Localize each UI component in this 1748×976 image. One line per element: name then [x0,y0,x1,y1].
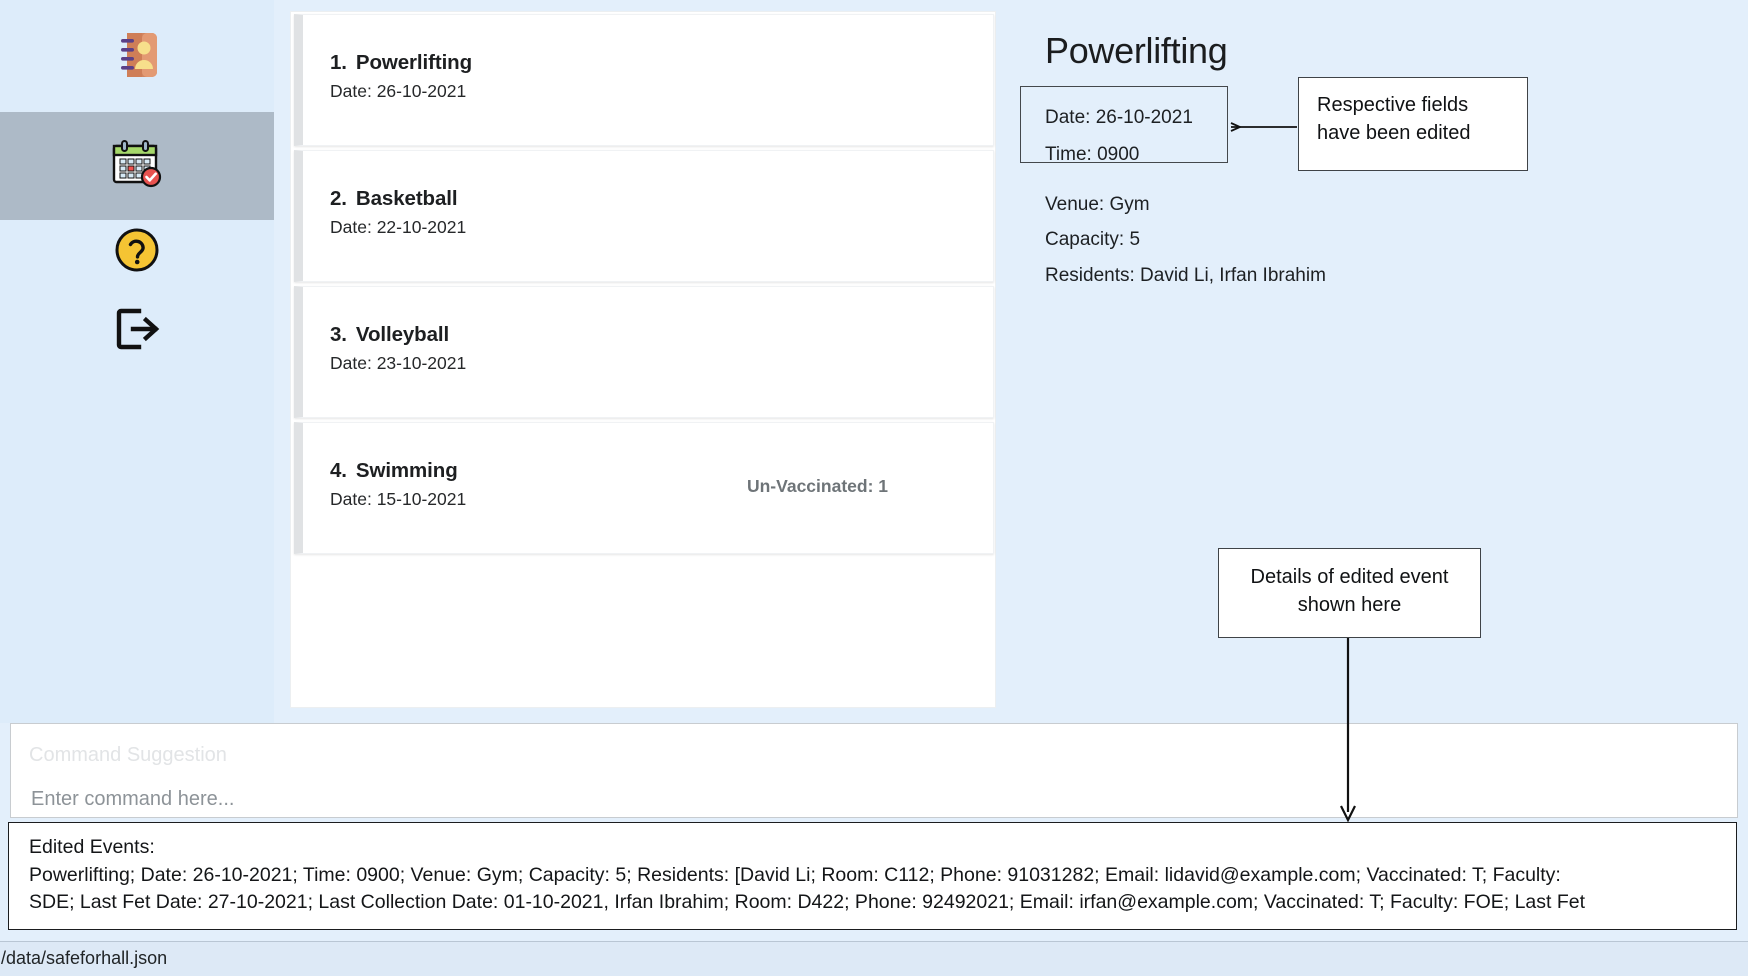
detail-capacity: Capacity: 5 [1045,229,1141,250]
sidebar-item-calendar[interactable] [0,112,274,220]
status-bar: ./data/safeforhall.json [0,941,1748,976]
event-index: 1. [330,51,347,74]
event-title: 3. Volleyball [330,323,450,346]
detail-residents: Residents: David Li, Irfan Ibrahim [1045,265,1326,286]
logout-icon [113,305,161,358]
result-heading: Edited Events: [29,836,155,858]
event-date: Date: 26-10-2021 [330,81,467,101]
event-date: Date: 22-10-2021 [330,217,467,237]
list-item[interactable]: 1. Powerlifting Date: 26-10-2021 [294,14,994,146]
page-title: Powerlifting [1045,30,1228,71]
list-item[interactable]: 3. Volleyball Date: 23-10-2021 [294,286,994,418]
result-text-line-1: Powerlifting; Date: 26-10-2021; Time: 09… [29,863,1561,886]
list-item[interactable]: 2. Basketball Date: 22-10-2021 [294,150,994,282]
event-date: Date: 23-10-2021 [330,353,467,373]
event-index: 4. [330,459,347,482]
callout-details-shown: Details of edited event shown here [1218,548,1481,638]
sidebar-item-help[interactable] [0,224,274,280]
callout-fields-edited: Respective fields have been edited [1298,77,1528,171]
status-file-path: ./data/safeforhall.json [0,948,168,968]
result-display-panel: Edited Events: Powerlifting; Date: 26-10… [8,822,1737,930]
event-title: 4. Swimming [330,459,458,482]
address-book-icon [115,31,159,84]
event-title: 2. Basketball [330,187,458,210]
event-list-panel[interactable]: 1. Powerlifting Date: 26-10-2021 2. Basket… [290,11,996,708]
sidebar-item-logout[interactable] [0,300,274,362]
command-input[interactable]: Enter command here... [31,788,1737,811]
status-badge: Un-Vaccinated: 1 [746,476,888,496]
question-circle-icon [114,227,160,278]
command-box[interactable]: Command Suggestion Enter command here... [10,723,1738,818]
detail-venue: Venue: Gym [1045,194,1150,215]
event-title: 1. Powerlifting [330,51,473,74]
result-text-line-2: SDE; Last Fet Date: 27-10-2021; Last Col… [29,891,1586,914]
event-index: 3. [330,323,347,346]
app-window: 1. Powerlifting Date: 26-10-2021 2. Basket… [0,0,1748,976]
detail-time: Time: 0900 [1045,144,1140,165]
sidebar [0,0,274,723]
command-suggestion-text: Command Suggestion [29,744,227,766]
calendar-check-icon [111,139,163,194]
event-index: 2. [330,187,347,210]
sidebar-item-contacts[interactable] [0,18,274,96]
event-date: Date: 15-10-2021 [330,489,467,509]
detail-date: Date: 26-10-2021 [1045,107,1193,128]
list-item[interactable]: 4. Swimming Date: 15-10-2021 Un-Vaccinate… [294,422,994,554]
